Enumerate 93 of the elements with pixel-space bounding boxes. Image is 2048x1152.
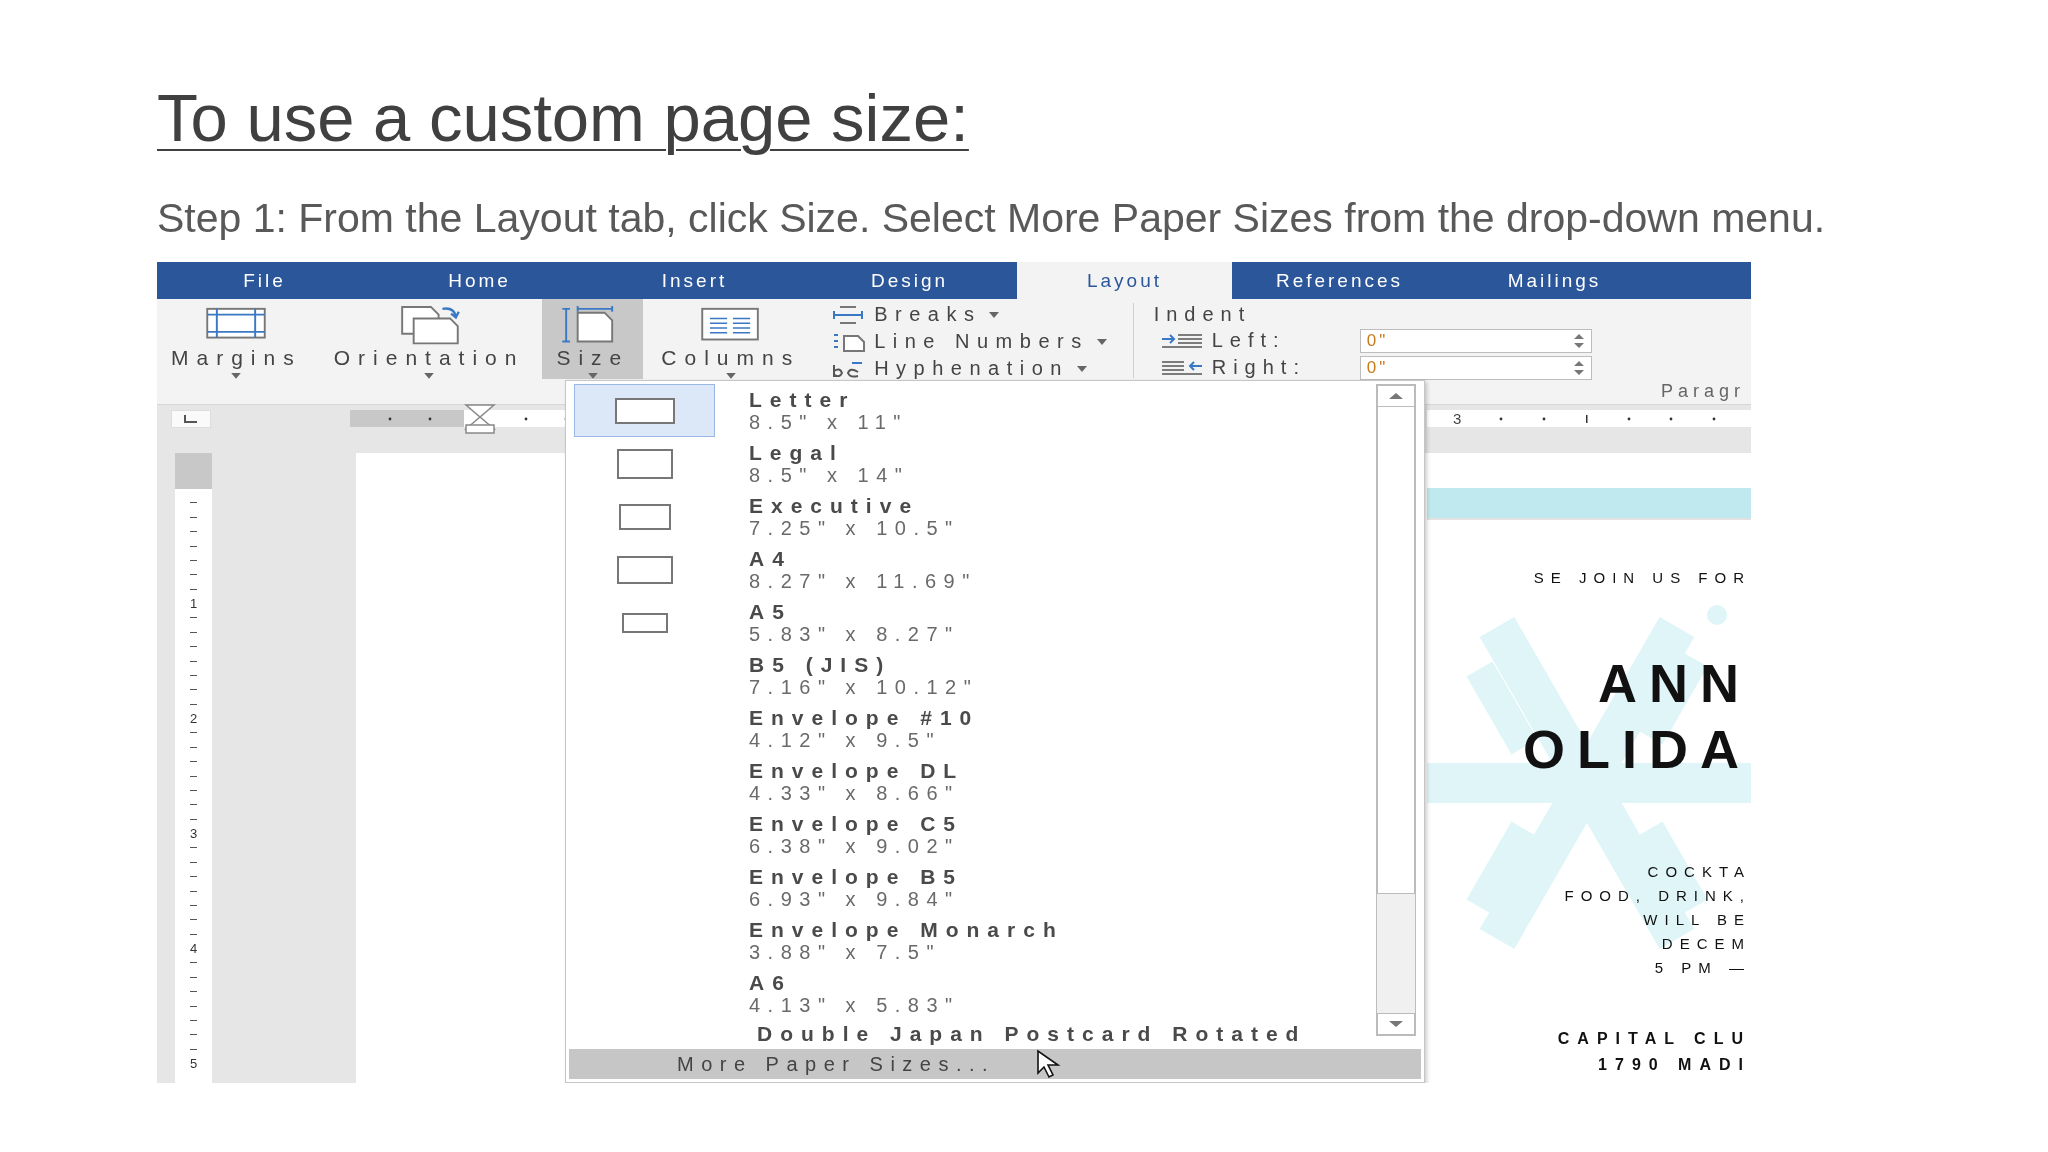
scroll-up-button[interactable] [1377, 385, 1415, 407]
invitation-text: 1790 MADI [1598, 1055, 1751, 1075]
ribbon-button[interactable]: Columns [647, 299, 815, 379]
paper-size-name: A5 [749, 600, 793, 623]
paper-size-name: Envelope #10 [749, 706, 980, 729]
paper-size-name: Envelope DL [749, 759, 965, 782]
paper-size-option[interactable]: A4 8.27" x 11.69" [566, 543, 1376, 596]
ribbon-tab[interactable]: Home [372, 262, 587, 299]
paper-size-name: Letter [749, 388, 857, 411]
ruler-margin [175, 453, 212, 489]
paper-size-name: A4 [749, 547, 793, 570]
invitation-text: DECEM [1661, 934, 1751, 954]
ribbon-tab[interactable]: Design [802, 262, 1017, 299]
paper-size-option[interactable]: Letter 8.5" x 11" [566, 384, 1376, 437]
paper-size-name: B5 (JIS) [749, 653, 893, 676]
field-label: Left: [1211, 329, 1287, 352]
more-paper-sizes-button[interactable]: More Paper Sizes... [569, 1049, 1421, 1079]
tab-stop-icon [184, 414, 198, 423]
invitation-text: ANN [1598, 652, 1751, 715]
slide-title: To use a custom page size: [157, 79, 969, 157]
scrollbar-thumb[interactable] [1377, 406, 1415, 894]
instruction-text: Step 1: From the Layout tab, click Size. Select More Paper Sizes from the drop-down menu. [157, 194, 1826, 242]
indent-left-icon [1159, 331, 1204, 350]
invitation-text: WILL BE [1643, 910, 1751, 930]
paper-size-option[interactable]: A6 4.13" x 5.83" [566, 967, 1376, 1020]
invitation-text: SE JOIN US FOR [1533, 568, 1751, 588]
tab-stop-button[interactable] [171, 409, 211, 428]
field-label: Right: [1211, 356, 1307, 379]
spinner-icon[interactable] [1572, 331, 1585, 350]
down-arrow-icon [1389, 1021, 1403, 1027]
paper-size-dimensions: 4.12" x 9.5" [749, 728, 943, 751]
paper-size-name: Legal [749, 441, 845, 464]
paper-size-name: Double Japan Postcard Rotated [757, 1022, 1307, 1045]
paper-size-name: Envelope Monarch [749, 918, 1064, 941]
invitation-text: OLIDA [1523, 718, 1751, 781]
paper-size-name: Envelope C5 [749, 812, 964, 835]
ribbon-button[interactable]: Orientation [319, 299, 539, 379]
ribbon-button[interactable]: Line Numbers [828, 328, 1111, 355]
indent-marker-icon[interactable] [464, 403, 496, 434]
invitation-text: FOOD, DRINK, [1564, 886, 1751, 906]
paper-size-option[interactable]: Envelope Monarch 3.88" x 7.5" [566, 914, 1376, 967]
caret-icon [424, 373, 435, 379]
paper-size-dimensions: 7.25" x 10.5" [749, 516, 960, 539]
ribbon-tab[interactable]: File [157, 262, 372, 299]
ribbon-button[interactable]: Breaks [828, 301, 1111, 328]
ruler-number: 3 [189, 827, 198, 841]
ruler-number: 2 [189, 712, 198, 726]
paper-size-dimensions: 6.93" x 9.84" [749, 887, 961, 910]
ruler-number: 1 [189, 597, 198, 611]
invitation-text: 5 PM — [1654, 958, 1751, 978]
ribbon-tab[interactable]: Insert [587, 262, 802, 299]
ribbon-tab[interactable]: References [1232, 262, 1447, 299]
paper-size-option[interactable]: Envelope C5 6.38" x 9.02" [566, 808, 1376, 861]
ruler-number: 5 [189, 1057, 198, 1071]
ribbon-tab[interactable]: Layout [1017, 262, 1232, 299]
caret-icon [231, 373, 242, 379]
ribbon-button[interactable]: Margins [157, 299, 316, 379]
paper-size-name: Executive [749, 494, 921, 517]
invitation-text: CAPITAL CLU [1557, 1029, 1751, 1049]
paper-size-name: A6 [749, 971, 793, 994]
paper-size-dimensions: 7.16" x 10.12" [749, 675, 979, 698]
paper-size-option[interactable]: Executive 7.25" x 10.5" [566, 490, 1376, 543]
paper-size-option[interactable]: B5 (JIS) 7.16" x 10.12" [566, 649, 1376, 702]
spinner-icon[interactable] [1572, 358, 1585, 377]
paper-size-dimensions: 8.5" x 11" [749, 410, 908, 433]
ribbon-button[interactable]: Hyphenation [828, 355, 1111, 382]
ribbon-tab[interactable]: Mailings [1447, 262, 1662, 299]
paper-size-dimensions: 5.83" x 8.27" [749, 622, 960, 645]
ruler-number: 3 [1453, 410, 1462, 427]
invitation-text: COCKTA [1647, 862, 1751, 882]
paper-size-option[interactable]: Envelope #10 4.12" x 9.5" [566, 702, 1376, 755]
paper-size-dimensions: 4.33" x 8.66" [749, 781, 961, 804]
caret-icon [989, 311, 1000, 318]
caret-icon [1096, 338, 1107, 345]
paper-size-dimensions: 8.5" x 14" [749, 463, 910, 486]
up-arrow-icon [1389, 393, 1403, 399]
paper-size-option[interactable]: Legal 8.5" x 14" [566, 437, 1376, 490]
paper-size-option[interactable]: Envelope B5 6.93" x 9.84" [566, 861, 1376, 914]
ribbon-button[interactable]: Size [542, 299, 644, 379]
paper-size-name: Envelope B5 [749, 865, 964, 888]
paper-size-dimensions: 6.38" x 9.02" [749, 834, 961, 857]
line-numbers-icon [832, 331, 867, 352]
ruler-number: 4 [189, 942, 198, 956]
caret-icon [1077, 365, 1087, 372]
paper-size-option[interactable]: A5 5.83" x 8.27" [566, 596, 1376, 649]
paper-size-option[interactable]: Envelope DL 4.33" x 8.66" [566, 755, 1376, 808]
paper-size-dimensions: 4.13" x 5.83" [749, 993, 960, 1016]
scroll-down-button[interactable] [1377, 1013, 1415, 1035]
paper-size-dimensions: 3.88" x 7.5" [749, 940, 943, 963]
group-label: Paragr [1660, 381, 1746, 403]
indent-right-icon [1159, 358, 1204, 377]
paper-size-dimensions: 8.27" x 11.69" [749, 569, 977, 592]
group-title: Indent [1153, 302, 1253, 327]
